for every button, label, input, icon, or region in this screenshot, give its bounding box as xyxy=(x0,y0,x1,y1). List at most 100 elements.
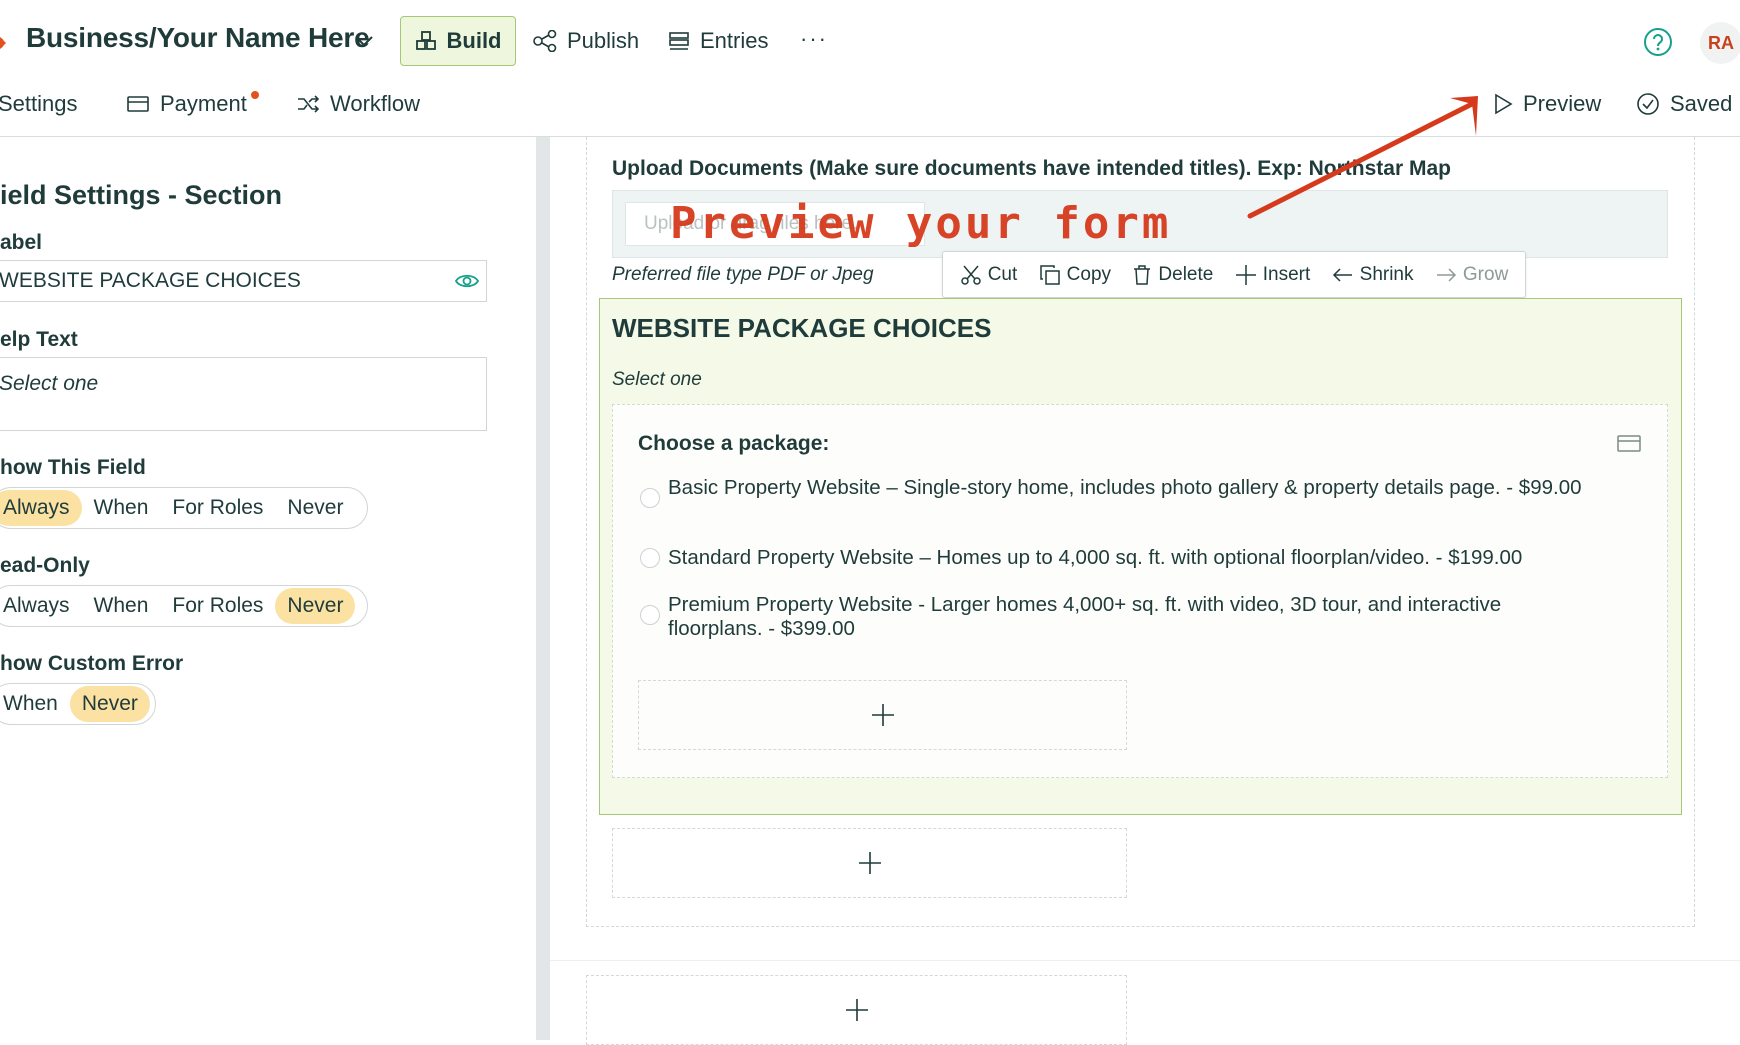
tab-payment-label: Payment xyxy=(160,91,247,116)
list-icon xyxy=(668,30,690,52)
avatar-initials: RA xyxy=(1708,32,1734,53)
copy-icon xyxy=(1039,264,1061,286)
shuffle-icon xyxy=(296,94,320,114)
upload-help-text: Preferred file type PDF or Jpeg xyxy=(612,264,874,285)
panel-resize-handle[interactable] xyxy=(536,137,550,1040)
annotation-arrow-icon xyxy=(1240,92,1480,222)
delete-label: Delete xyxy=(1158,263,1214,285)
plus-icon xyxy=(858,851,882,875)
app-title[interactable]: Business/Your Name Here xyxy=(26,22,370,54)
custom-error-never[interactable]: Never xyxy=(69,686,150,722)
show-field-toggle: Always When For Roles Never xyxy=(0,487,368,529)
card-icon xyxy=(126,94,150,114)
tab-build[interactable]: Build xyxy=(400,16,516,66)
help-text-value: Select one xyxy=(0,372,99,395)
tab-build-label: Build xyxy=(446,28,502,53)
tab-workflow-label: Workflow xyxy=(330,91,421,116)
plus-icon xyxy=(845,998,869,1022)
add-field-button[interactable] xyxy=(612,828,1127,898)
app-title-text: Business/Your Name Here xyxy=(26,22,370,53)
radio-premium[interactable] xyxy=(640,605,660,625)
cut-label: Cut xyxy=(987,263,1018,285)
section-title: WEBSITE PACKAGE CHOICES xyxy=(612,313,992,343)
more-icon: ··· xyxy=(800,26,828,51)
tab-payment[interactable]: Payment xyxy=(126,91,247,117)
eye-icon[interactable] xyxy=(455,270,479,292)
saved-status: Saved xyxy=(1636,91,1732,117)
add-field-in-section-button[interactable] xyxy=(638,680,1127,750)
section-help-text: Select one xyxy=(612,369,702,390)
help-text-heading: elp Text xyxy=(0,328,78,351)
plus-icon xyxy=(871,703,895,727)
field-toolbar: Cut Copy Delete Insert Shrink Grow xyxy=(942,251,1526,298)
show-field-always[interactable]: Always xyxy=(0,490,82,526)
tab-publish[interactable]: Publish xyxy=(533,28,639,54)
tab-settings[interactable]: Settings xyxy=(0,91,78,117)
insert-label: Insert xyxy=(1262,263,1311,285)
show-field-heading: how This Field xyxy=(0,456,146,479)
delete-button[interactable]: Delete xyxy=(1132,264,1213,286)
check-circle-icon xyxy=(1636,92,1660,116)
arrow-right-icon xyxy=(1435,264,1457,286)
option-standard-label: Standard Property Website – Homes up to … xyxy=(668,546,1523,569)
avatar[interactable]: RA xyxy=(1700,22,1740,64)
tab-publish-label: Publish xyxy=(567,28,640,53)
arrow-left-icon xyxy=(1332,264,1354,286)
show-field-for-roles[interactable]: For Roles xyxy=(160,490,275,526)
show-field-when[interactable]: When xyxy=(82,490,161,526)
tab-settings-label: Settings xyxy=(0,91,78,116)
radio-basic[interactable] xyxy=(640,488,660,508)
choice-field-label: Choose a package: xyxy=(638,432,830,455)
read-only-when[interactable]: When xyxy=(82,588,161,624)
share-icon xyxy=(533,30,557,52)
cut-button[interactable]: Cut xyxy=(960,263,1018,286)
plus-icon xyxy=(1235,264,1257,286)
grow-label: Grow xyxy=(1462,263,1509,285)
shrink-label: Shrink xyxy=(1359,263,1414,285)
read-only-never[interactable]: Never xyxy=(275,588,356,624)
label-input[interactable]: WEBSITE PACKAGE CHOICES xyxy=(0,260,487,302)
tab-entries-label: Entries xyxy=(700,28,769,53)
custom-error-toggle: When Never xyxy=(0,683,156,725)
preview-button[interactable]: Preview xyxy=(1493,91,1601,117)
copy-button[interactable]: Copy xyxy=(1039,264,1111,286)
preview-label: Preview xyxy=(1523,91,1602,116)
help-text-input[interactable]: Select one xyxy=(0,357,487,431)
panel-title: ield Settings - Section xyxy=(0,180,283,210)
tab-entries[interactable]: Entries xyxy=(668,28,768,54)
read-only-toggle: Always When For Roles Never xyxy=(0,585,368,627)
more-menu-button[interactable]: ··· xyxy=(800,26,828,52)
grow-button[interactable]: Grow xyxy=(1435,264,1508,286)
read-only-for-roles[interactable]: For Roles xyxy=(160,588,275,624)
read-only-heading: ead-Only xyxy=(0,554,90,577)
help-icon[interactable] xyxy=(1643,27,1673,57)
trash-icon xyxy=(1132,264,1152,286)
play-icon xyxy=(1493,93,1513,115)
card-icon xyxy=(1617,433,1641,453)
option-basic[interactable]: Basic Property Website – Single-story ho… xyxy=(640,476,1590,508)
label-input-value: WEBSITE PACKAGE CHOICES xyxy=(0,269,301,292)
page-divider xyxy=(550,960,1740,961)
chevron-down-icon[interactable] xyxy=(353,30,375,52)
radio-standard[interactable] xyxy=(640,548,660,568)
logo-icon[interactable] xyxy=(0,28,10,58)
option-premium-label: Premium Property Website - Larger homes … xyxy=(668,593,1502,640)
insert-button[interactable]: Insert xyxy=(1235,263,1311,286)
option-basic-label: Basic Property Website – Single-story ho… xyxy=(668,476,1582,499)
copy-label: Copy xyxy=(1066,263,1112,285)
option-standard[interactable]: Standard Property Website – Homes up to … xyxy=(640,546,1650,570)
label-heading: abel xyxy=(0,231,43,254)
annotation-text: Preview your form xyxy=(670,198,1172,249)
add-page-field-button[interactable] xyxy=(586,975,1127,1045)
shrink-button[interactable]: Shrink xyxy=(1332,264,1414,286)
option-premium[interactable]: Premium Property Website - Larger homes … xyxy=(640,593,1590,641)
show-field-never[interactable]: Never xyxy=(275,490,355,526)
read-only-always[interactable]: Always xyxy=(0,588,82,624)
notification-dot xyxy=(251,91,259,99)
saved-label: Saved xyxy=(1670,91,1733,116)
blocks-icon xyxy=(415,30,437,52)
scissors-icon xyxy=(960,264,982,286)
custom-error-heading: how Custom Error xyxy=(0,652,184,675)
tab-workflow[interactable]: Workflow xyxy=(296,91,420,117)
custom-error-when[interactable]: When xyxy=(0,686,70,722)
